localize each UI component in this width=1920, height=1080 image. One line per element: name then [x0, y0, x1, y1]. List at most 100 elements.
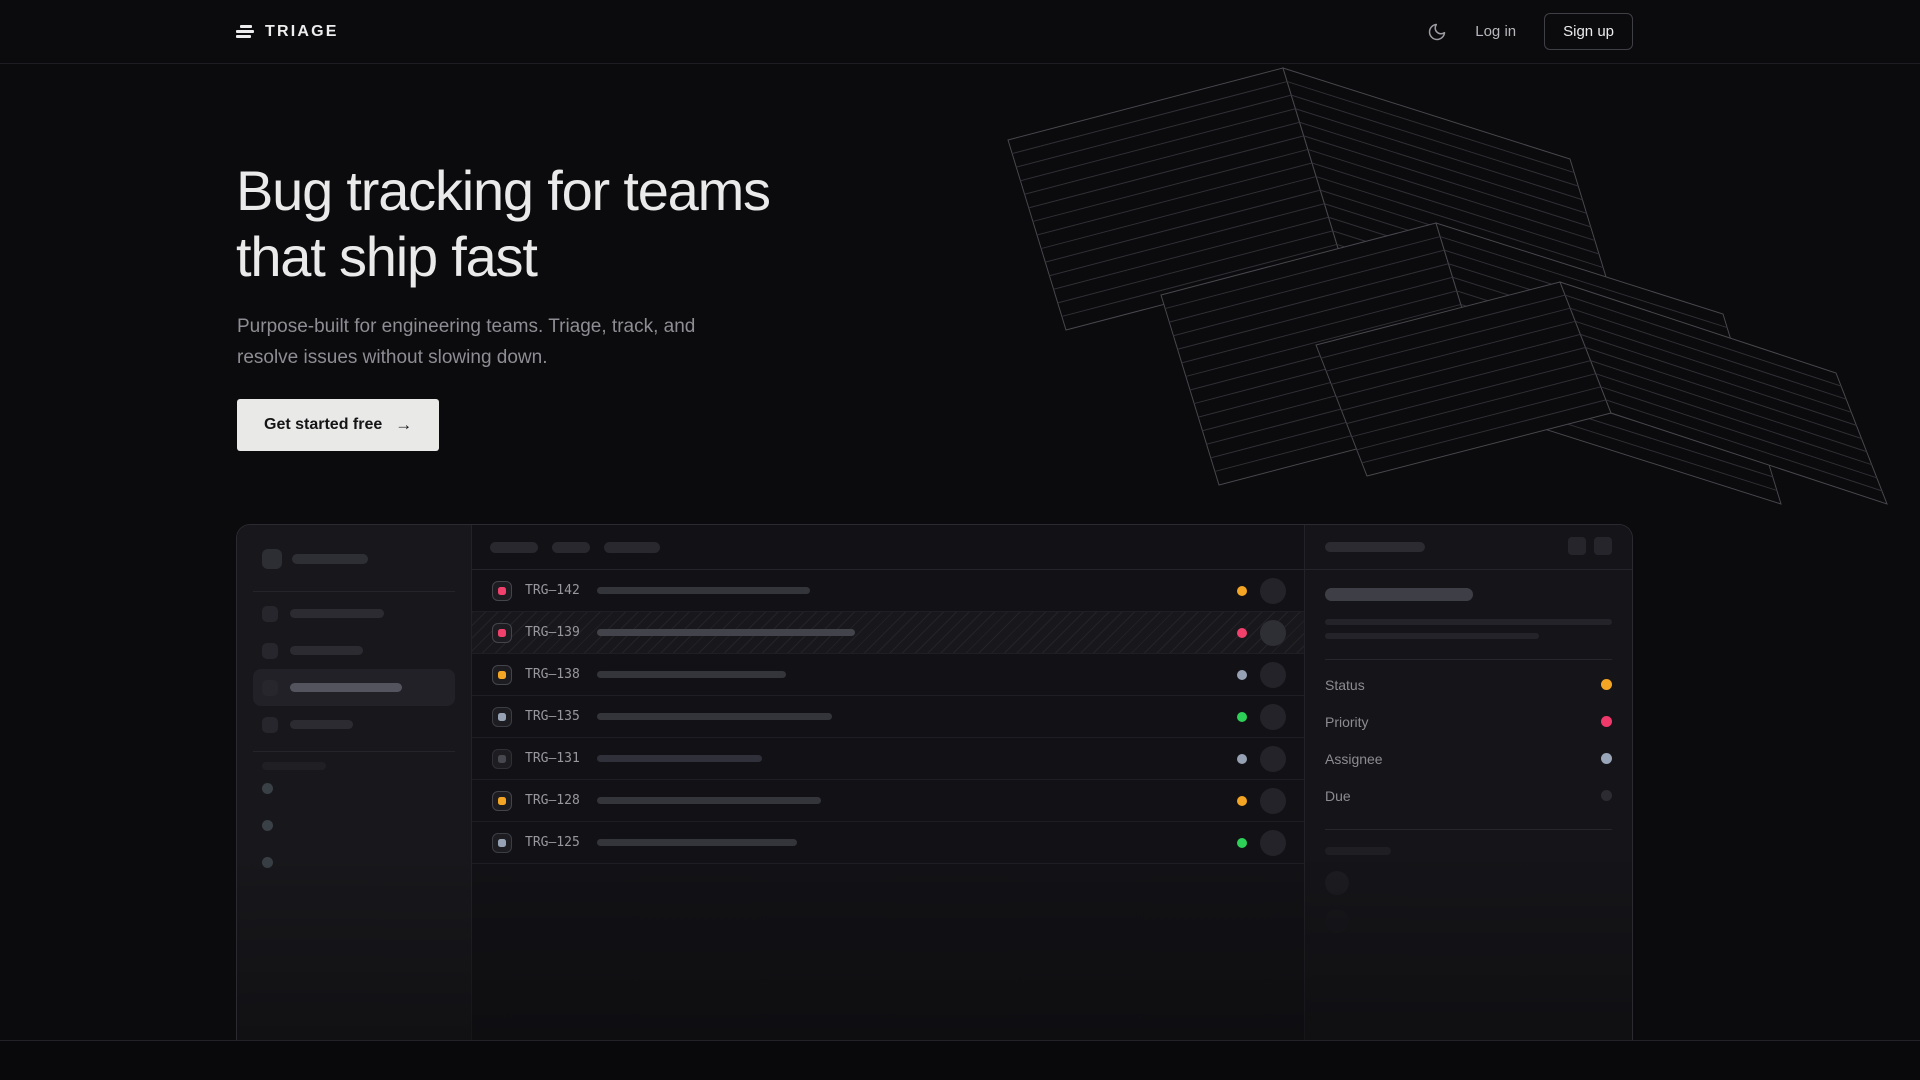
issue-status-icon[interactable] — [492, 665, 512, 685]
sidebar-item[interactable] — [253, 669, 455, 706]
issue-assignee-avatar[interactable] — [1260, 578, 1286, 604]
issue-rows: TRG–142 TRG–139 — [472, 570, 1304, 864]
detail-action-button[interactable] — [1594, 537, 1612, 555]
issue-assignee-avatar[interactable] — [1260, 830, 1286, 856]
brand-name: TRIAGE — [265, 23, 339, 41]
issue-title-skeleton — [597, 797, 821, 804]
comment-avatar-skeleton — [1325, 871, 1349, 895]
sidebar-item[interactable] — [253, 595, 455, 632]
login-link[interactable]: Log in — [1475, 23, 1516, 40]
moon-icon — [1427, 22, 1447, 42]
mockup-sidebar — [237, 525, 472, 1040]
issue-row[interactable]: TRG–131 — [472, 738, 1304, 780]
arrow-right-icon: → — [395, 415, 412, 435]
hero-subtitle-line2: resolve issues without slowing down. — [237, 347, 548, 368]
issue-status-dot — [498, 587, 506, 595]
detail-header-skeleton — [1325, 542, 1425, 552]
sidebar-item-icon — [262, 717, 278, 733]
field-label: Due — [1325, 788, 1351, 804]
sidebar-nav — [237, 595, 471, 743]
sidebar-item-label-skeleton — [290, 720, 353, 729]
field-value-dot — [1601, 753, 1612, 764]
field-value-dot — [1601, 790, 1612, 801]
sidebar-item[interactable] — [253, 632, 455, 669]
issue-title-skeleton — [597, 671, 786, 678]
issue-id: TRG–125 — [525, 835, 589, 850]
sidebar-item[interactable] — [253, 706, 455, 743]
workspace-avatar-skeleton[interactable] — [262, 549, 282, 569]
issue-id: TRG–131 — [525, 751, 589, 766]
comments-label-skeleton — [1325, 847, 1391, 855]
issue-status-dot — [498, 755, 506, 763]
issue-title-skeleton — [597, 587, 810, 594]
sidebar-item-icon — [262, 606, 278, 622]
filter-tab-skeleton[interactable] — [490, 542, 538, 553]
sidebar-divider — [253, 591, 455, 592]
sidebar-dot-skeleton — [262, 783, 273, 794]
field-value-dot — [1601, 716, 1612, 727]
issue-status-dot — [498, 713, 506, 721]
issue-status-icon[interactable] — [492, 749, 512, 769]
issue-row[interactable]: TRG–142 — [472, 570, 1304, 612]
sidebar-item-label-skeleton — [290, 646, 363, 655]
detail-action-button[interactable] — [1568, 537, 1586, 555]
filter-tab-skeleton[interactable] — [552, 542, 590, 553]
hero-subtitle-line1: Purpose-built for engineering teams. Tri… — [237, 316, 695, 337]
issue-priority-dot — [1237, 754, 1247, 764]
issue-id: TRG–128 — [525, 793, 589, 808]
issue-assignee-avatar[interactable] — [1260, 788, 1286, 814]
app-mockup: TRG–142 TRG–139 — [236, 524, 1633, 1040]
workspace-name-skeleton — [292, 554, 368, 564]
issue-status-dot — [498, 797, 506, 805]
sidebar-item-label-skeleton — [290, 683, 402, 692]
theme-toggle-button[interactable] — [1427, 22, 1447, 42]
nav-actions: Log in Sign up — [1427, 13, 1633, 50]
signup-button[interactable]: Sign up — [1544, 13, 1633, 50]
filter-tab-skeleton[interactable] — [604, 542, 660, 553]
issue-row[interactable]: TRG–125 — [472, 822, 1304, 864]
field-label: Status — [1325, 677, 1365, 693]
field-value-dot — [1601, 679, 1612, 690]
detail-header — [1305, 525, 1632, 570]
detail-field[interactable]: Assignee — [1325, 740, 1612, 777]
issue-priority-dot — [1237, 586, 1247, 596]
detail-field[interactable]: Priority — [1325, 703, 1612, 740]
issue-status-icon[interactable] — [492, 791, 512, 811]
brand-logo[interactable]: TRIAGE — [236, 23, 339, 41]
issue-status-icon[interactable] — [492, 623, 512, 643]
issue-status-dot — [498, 839, 506, 847]
get-started-button[interactable]: Get started free → — [237, 399, 439, 451]
issue-status-dot — [498, 629, 506, 637]
detail-divider — [1325, 659, 1612, 660]
issue-assignee-avatar[interactable] — [1260, 746, 1286, 772]
issue-priority-dot — [1237, 796, 1247, 806]
field-label: Assignee — [1325, 751, 1383, 767]
issue-row[interactable]: TRG–139 — [472, 612, 1304, 654]
detail-field[interactable]: Status — [1325, 666, 1612, 703]
issue-status-icon[interactable] — [492, 581, 512, 601]
triage-bars-icon — [236, 25, 254, 38]
issue-assignee-avatar[interactable] — [1260, 704, 1286, 730]
issue-assignee-avatar[interactable] — [1260, 620, 1286, 646]
issue-assignee-avatar[interactable] — [1260, 662, 1286, 688]
detail-field[interactable]: Due — [1325, 777, 1612, 814]
issue-priority-dot — [1237, 838, 1247, 848]
hero-subtitle: Purpose-built for engineering teams. Tri… — [237, 311, 695, 373]
issue-status-dot — [498, 671, 506, 679]
hero-title-line2: that ship fast — [236, 224, 770, 290]
issue-status-icon[interactable] — [492, 707, 512, 727]
issue-row[interactable]: TRG–128 — [472, 780, 1304, 822]
issue-priority-dot — [1237, 712, 1247, 722]
hero-title-line1: Bug tracking for teams — [236, 158, 770, 224]
detail-text-skeleton — [1325, 619, 1612, 625]
issue-title-skeleton — [597, 629, 855, 636]
issue-row[interactable]: TRG–135 — [472, 696, 1304, 738]
sidebar-divider — [253, 751, 455, 752]
issue-title-skeleton — [597, 755, 762, 762]
issue-row[interactable]: TRG–138 — [472, 654, 1304, 696]
issue-status-icon[interactable] — [492, 833, 512, 853]
issue-id: TRG–135 — [525, 709, 589, 724]
issue-id: TRG–139 — [525, 625, 589, 640]
issue-list-toolbar — [472, 525, 1304, 570]
get-started-label: Get started free — [264, 416, 382, 434]
